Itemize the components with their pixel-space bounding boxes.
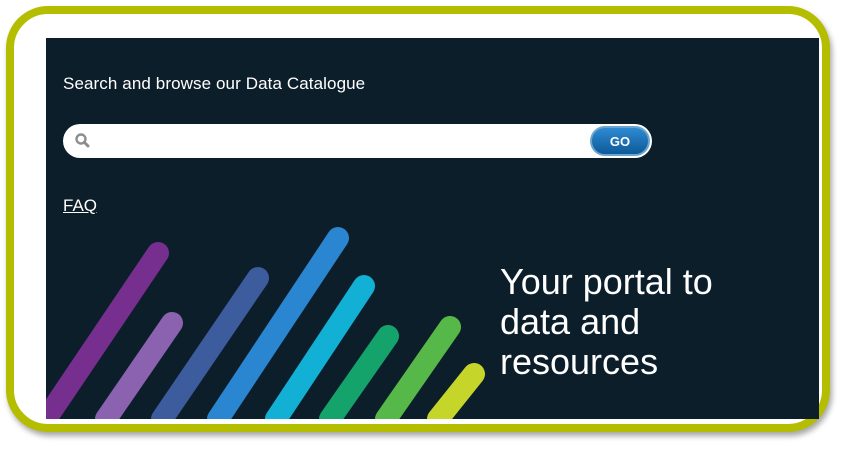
stripe-1	[46, 242, 169, 419]
stripe-6	[319, 325, 399, 419]
stripe-8	[427, 363, 485, 419]
tagline: Your portal to data and resources	[500, 262, 800, 382]
faq-link[interactable]: FAQ	[63, 196, 97, 216]
tagline-line-3: resources	[500, 341, 659, 382]
search-input[interactable]	[99, 129, 583, 155]
search-bar: GO	[63, 124, 652, 158]
tagline-line-1: Your portal to	[500, 261, 713, 302]
search-icon	[75, 133, 90, 148]
intro-text: Search and browse our Data Catalogue	[63, 74, 366, 93]
catalogue-panel: Search and browse our Data Catalogue GO …	[46, 38, 819, 419]
tagline-line-2: data and	[500, 301, 641, 342]
go-button[interactable]: GO	[590, 126, 650, 156]
